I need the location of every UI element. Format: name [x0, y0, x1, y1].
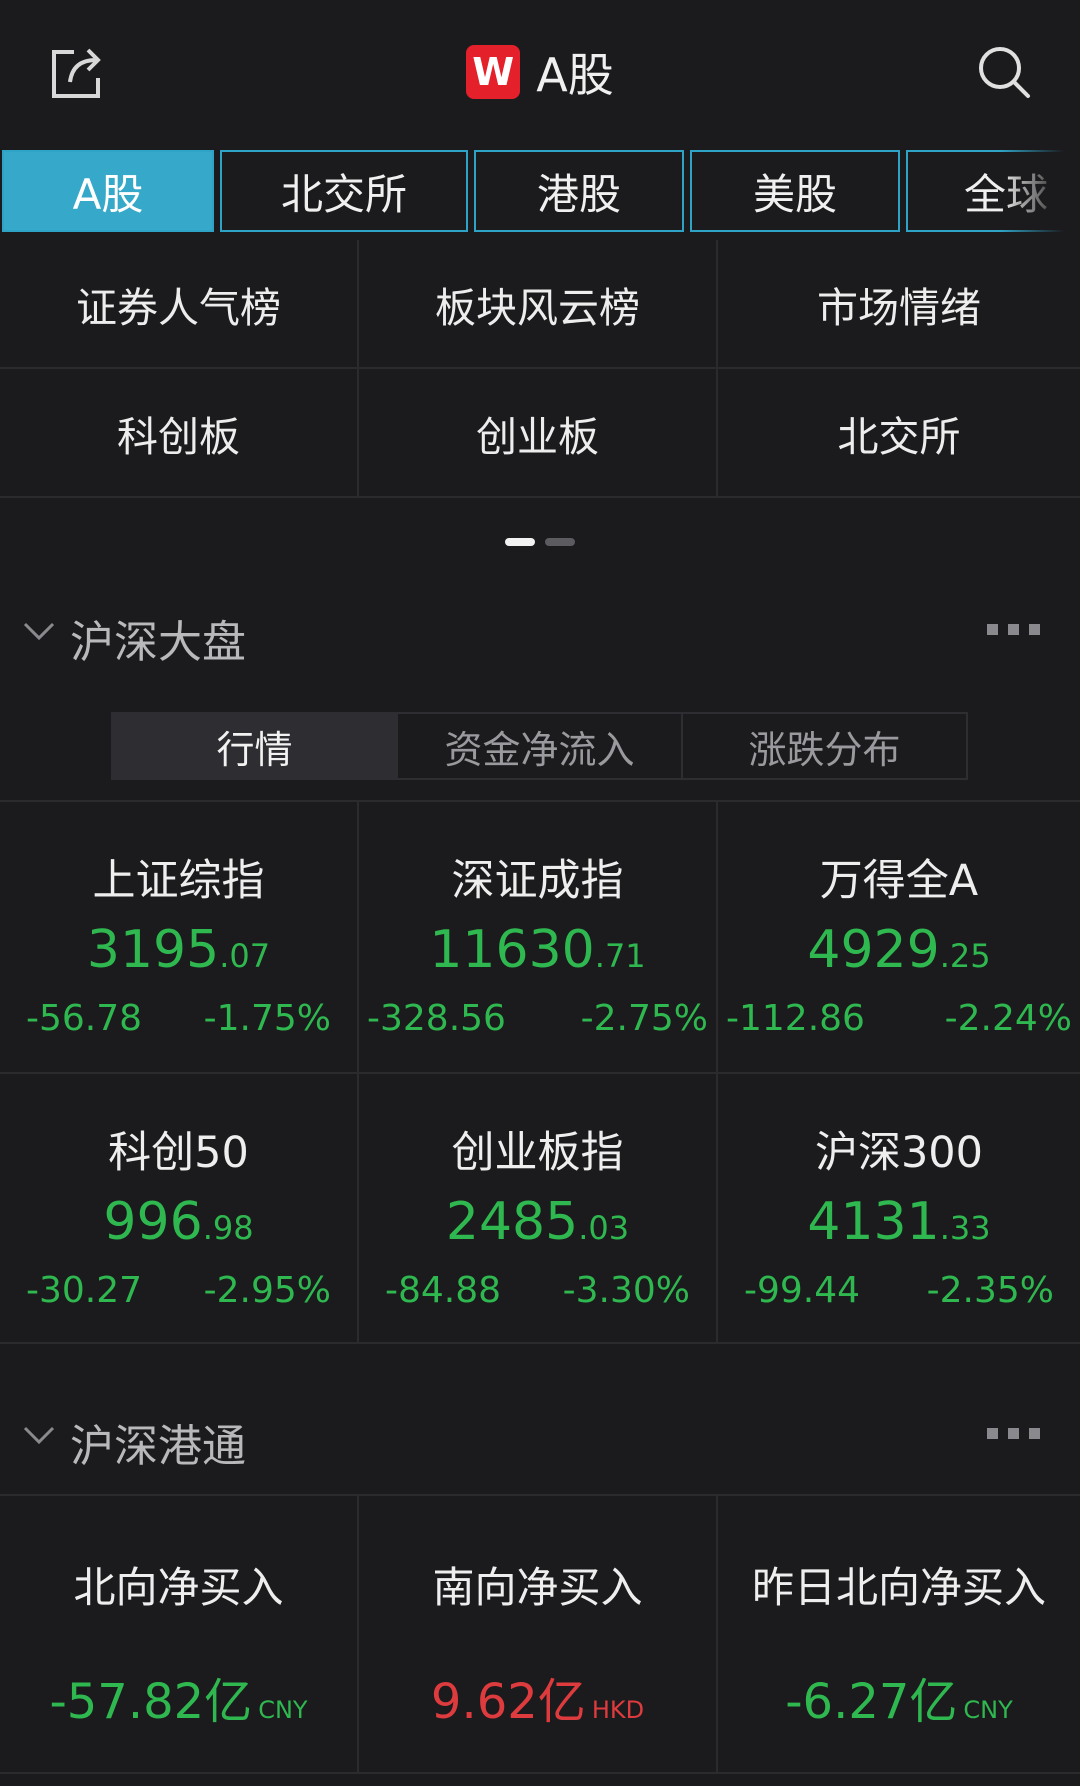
tab-label: 北交所 — [280, 169, 407, 219]
tab-net-inflow[interactable]: 资金净流入 — [398, 714, 683, 778]
chevron-down-icon[interactable] — [22, 1424, 56, 1448]
tab-label: 全球 — [964, 169, 1049, 219]
index-pct: -2.75% — [580, 998, 708, 1039]
tab-label: 港股 — [536, 169, 621, 219]
shortcut-market-sentiment[interactable]: 市场情绪 — [718, 240, 1080, 369]
section-title: 沪深大盘 — [70, 617, 246, 668]
shortcut-star-market[interactable]: 科创板 — [0, 369, 359, 498]
index-card[interactable]: 上证综指 3195.07 -56.78 -1.75% — [0, 802, 359, 1074]
index-name: 上证综指 — [92, 856, 265, 906]
index-card[interactable]: 沪深300 4131.33 -99.44 -2.35% — [718, 1074, 1080, 1344]
index-change-row: -328.56 -2.75% — [359, 998, 716, 1039]
index-change-row: -30.27 -2.95% — [0, 1270, 357, 1311]
section-header-hs[interactable]: 沪深大盘 — [0, 600, 1080, 670]
hs-segmented-tabs: 行情 资金净流入 涨跌分布 — [111, 712, 968, 780]
page-indicator — [0, 538, 1080, 546]
connect-name: 昨日北向净买入 — [751, 1563, 1046, 1612]
connect-value: -57.82亿 CNY — [49, 1674, 308, 1730]
index-value: 4929.25 — [807, 920, 991, 980]
search-icon[interactable] — [976, 44, 1032, 100]
index-value: 2485.03 — [445, 1192, 630, 1252]
tab-quotes[interactable]: 行情 — [113, 714, 398, 778]
index-pct: -2.35% — [926, 1270, 1054, 1311]
tab-a-share[interactable]: A股 — [2, 150, 214, 232]
index-value: 11630.71 — [429, 920, 646, 980]
tab-global[interactable]: 全球 — [906, 150, 1080, 232]
connect-card-prev-northbound[interactable]: 昨日北向净买入 -6.27亿 CNY — [718, 1496, 1080, 1774]
index-name: 万得全A — [819, 856, 979, 906]
connect-card-northbound[interactable]: 北向净买入 -57.82亿 CNY — [0, 1496, 359, 1774]
index-change-row: -84.88 -3.30% — [359, 1270, 716, 1311]
shortcut-bse[interactable]: 北交所 — [718, 369, 1080, 498]
tab-distribution[interactable]: 涨跌分布 — [683, 714, 966, 778]
tab-hk[interactable]: 港股 — [474, 150, 684, 232]
index-change: -112.86 — [726, 998, 865, 1039]
market-tabs: A股 北交所 港股 美股 全球 — [0, 150, 1080, 234]
index-change: -328.56 — [367, 998, 506, 1039]
index-pct: -3.30% — [562, 1270, 690, 1311]
index-card[interactable]: 创业板指 2485.03 -84.88 -3.30% — [359, 1074, 718, 1344]
index-pct: -1.75% — [203, 998, 331, 1039]
index-pct: -2.95% — [203, 1270, 331, 1311]
section-header-connect[interactable]: 沪深港通 — [0, 1404, 1080, 1474]
index-name: 创业板指 — [451, 1128, 624, 1178]
index-change: -99.44 — [744, 1270, 861, 1311]
index-card[interactable]: 万得全A 4929.25 -112.86 -2.24% — [718, 802, 1080, 1074]
top-bar: W A股 — [0, 0, 1080, 150]
tab-bse[interactable]: 北交所 — [220, 150, 468, 232]
index-name: 深证成指 — [451, 856, 624, 906]
index-name: 科创50 — [108, 1128, 249, 1178]
connect-name: 北向净买入 — [73, 1563, 284, 1612]
index-change: -84.88 — [385, 1270, 502, 1311]
page-dot-active — [505, 538, 535, 546]
more-icon[interactable] — [987, 1428, 1040, 1439]
index-name: 沪深300 — [814, 1128, 984, 1178]
shortcut-chinext[interactable]: 创业板 — [359, 369, 718, 498]
chevron-down-icon[interactable] — [22, 620, 56, 644]
connect-name: 南向净买入 — [432, 1563, 643, 1612]
wind-logo: W — [466, 45, 521, 99]
shortcut-sector-ranking[interactable]: 板块风云榜 — [359, 240, 718, 369]
index-value: 3195.07 — [86, 920, 271, 980]
connect-card-southbound[interactable]: 南向净买入 9.62亿 HKD — [359, 1496, 718, 1774]
index-grid: 上证综指 3195.07 -56.78 -1.75% 深证成指 11630.71 … — [0, 800, 1080, 1344]
index-change-row: -112.86 -2.24% — [718, 998, 1080, 1039]
index-change: -56.78 — [26, 998, 143, 1039]
page-title: A股 — [536, 48, 614, 102]
index-card[interactable]: 深证成指 11630.71 -328.56 -2.75% — [359, 802, 718, 1074]
more-icon[interactable] — [987, 624, 1040, 635]
page-title-wrap: W A股 — [0, 42, 1080, 102]
index-card[interactable]: 科创50 996.98 -30.27 -2.95% — [0, 1074, 359, 1344]
tab-us[interactable]: 美股 — [690, 150, 900, 232]
tab-label: 美股 — [752, 169, 837, 219]
index-value: 4131.33 — [807, 1192, 991, 1252]
connect-value: 9.62亿 HKD — [430, 1674, 645, 1730]
shortcut-popular-securities[interactable]: 证券人气榜 — [0, 240, 359, 369]
page-dot — [545, 538, 575, 546]
index-pct: -2.24% — [944, 998, 1072, 1039]
tab-label: A股 — [72, 169, 144, 219]
section-title: 沪深港通 — [70, 1421, 246, 1472]
connect-grid: 北向净买入 -57.82亿 CNY 南向净买入 9.62亿 HKD 昨日北向净买入 … — [0, 1494, 1080, 1774]
index-change-row: -99.44 -2.35% — [718, 1270, 1080, 1311]
shortcut-grid: 证券人气榜 板块风云榜 市场情绪 科创板 创业板 北交所 — [0, 240, 1080, 498]
index-change: -30.27 — [26, 1270, 143, 1311]
connect-value: -6.27亿 CNY — [785, 1674, 1013, 1730]
index-value: 996.98 — [103, 1192, 254, 1252]
index-change-row: -56.78 -1.75% — [0, 998, 357, 1039]
